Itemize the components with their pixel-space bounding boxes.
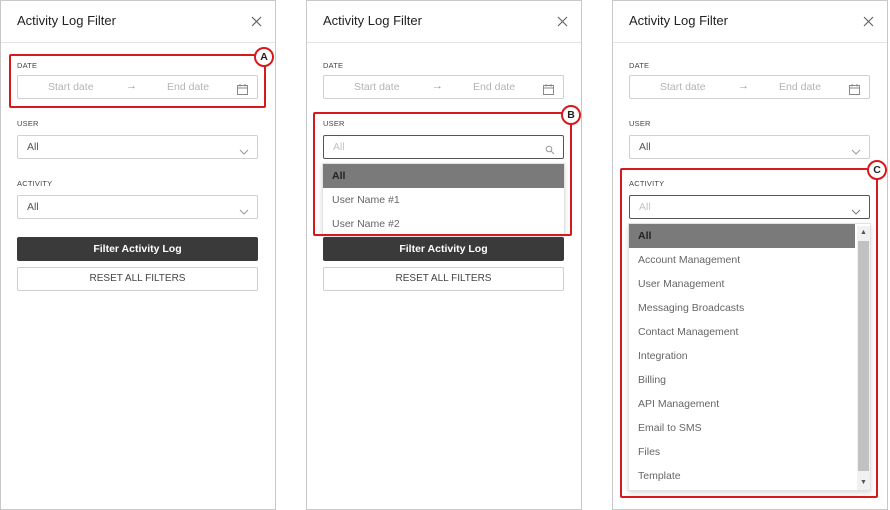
date-arrow-icon: →: [432, 80, 443, 92]
user-select[interactable]: All: [629, 135, 870, 159]
date-range-picker[interactable]: Start date → End date: [17, 75, 258, 99]
close-icon[interactable]: [862, 15, 875, 28]
activity-option-messaging-broadcasts[interactable]: Messaging Broadcasts: [629, 296, 855, 320]
user-option-all[interactable]: All: [323, 164, 564, 188]
user-select-value: All: [27, 141, 39, 153]
chevron-down-icon: [851, 143, 861, 155]
user-option-1[interactable]: User Name #1: [323, 188, 564, 212]
filter-panel-c: Activity Log Filter DATE Start date → En…: [612, 0, 888, 510]
scroll-down-arrow-icon[interactable]: ▼: [857, 476, 870, 490]
scroll-up-arrow-icon[interactable]: ▲: [857, 226, 870, 240]
activity-dropdown-list: All Account Management User Management M…: [628, 223, 871, 491]
panel-title: Activity Log Filter: [629, 13, 728, 28]
activity-search-placeholder: All: [639, 201, 651, 213]
start-date-input[interactable]: Start date: [354, 81, 400, 93]
date-arrow-icon: →: [126, 80, 137, 92]
user-label: USER: [323, 119, 345, 128]
calendar-icon[interactable]: [543, 82, 554, 95]
activity-select[interactable]: All: [17, 195, 258, 219]
marker-a: A: [254, 47, 274, 67]
panel-header: Activity Log Filter: [613, 1, 887, 43]
close-icon[interactable]: [250, 15, 263, 28]
end-date-input[interactable]: End date: [779, 81, 821, 93]
user-label: USER: [17, 119, 39, 128]
panel-title: Activity Log Filter: [323, 13, 422, 28]
activity-option-api-management[interactable]: API Management: [629, 392, 855, 416]
start-date-input[interactable]: Start date: [660, 81, 706, 93]
activity-option-user-management[interactable]: User Management: [629, 272, 855, 296]
user-dropdown-list: All User Name #1 User Name #2: [322, 163, 565, 236]
filter-activity-log-button[interactable]: Filter Activity Log: [323, 237, 564, 261]
panel-title: Activity Log Filter: [17, 13, 116, 28]
activity-label: ACTIVITY: [629, 179, 665, 188]
date-range-picker[interactable]: Start date → End date: [629, 75, 870, 99]
date-label: DATE: [629, 61, 650, 70]
end-date-input[interactable]: End date: [167, 81, 209, 93]
calendar-icon[interactable]: [849, 82, 860, 95]
activity-option-contact-management[interactable]: Contact Management: [629, 320, 855, 344]
panel-header: Activity Log Filter: [1, 1, 275, 43]
activity-option-files[interactable]: Files: [629, 440, 855, 464]
filter-panel-b: Activity Log Filter DATE Start date → En…: [306, 0, 582, 510]
end-date-input[interactable]: End date: [473, 81, 515, 93]
activity-option-all[interactable]: All: [629, 224, 855, 248]
close-icon[interactable]: [556, 15, 569, 28]
activity-option-integration[interactable]: Integration: [629, 344, 855, 368]
date-label: DATE: [323, 61, 344, 70]
activity-option-account-management[interactable]: Account Management: [629, 248, 855, 272]
user-option-2[interactable]: User Name #2: [323, 212, 564, 236]
start-date-input[interactable]: Start date: [48, 81, 94, 93]
marker-c: C: [867, 160, 887, 180]
user-select-value: All: [639, 141, 651, 153]
scrollbar-thumb[interactable]: [858, 241, 869, 471]
date-arrow-icon: →: [738, 80, 749, 92]
chevron-down-icon: [239, 143, 249, 155]
marker-b: B: [561, 105, 581, 125]
date-label: DATE: [17, 61, 38, 70]
user-select[interactable]: All: [17, 135, 258, 159]
chevron-down-icon: [851, 203, 861, 215]
search-icon: [545, 142, 555, 155]
activity-search-input[interactable]: All: [629, 195, 870, 219]
user-search-placeholder: All: [333, 141, 345, 153]
reset-all-filters-button[interactable]: RESET ALL FILTERS: [17, 267, 258, 291]
date-range-picker[interactable]: Start date → End date: [323, 75, 564, 99]
filter-activity-log-button[interactable]: Filter Activity Log: [17, 237, 258, 261]
filter-panel-a: Activity Log Filter DATE Start date → En…: [0, 0, 276, 510]
user-search-input[interactable]: All: [323, 135, 564, 159]
panel-header: Activity Log Filter: [307, 1, 581, 43]
activity-option-template[interactable]: Template: [629, 464, 855, 488]
user-label: USER: [629, 119, 651, 128]
activity-option-billing[interactable]: Billing: [629, 368, 855, 392]
dropdown-scrollbar[interactable]: ▲ ▼: [857, 226, 870, 490]
activity-option-email-to-sms[interactable]: Email to SMS: [629, 416, 855, 440]
activity-select-value: All: [27, 201, 39, 213]
calendar-icon[interactable]: [237, 82, 248, 95]
reset-all-filters-button[interactable]: RESET ALL FILTERS: [323, 267, 564, 291]
activity-label: ACTIVITY: [17, 179, 53, 188]
chevron-down-icon: [239, 203, 249, 215]
